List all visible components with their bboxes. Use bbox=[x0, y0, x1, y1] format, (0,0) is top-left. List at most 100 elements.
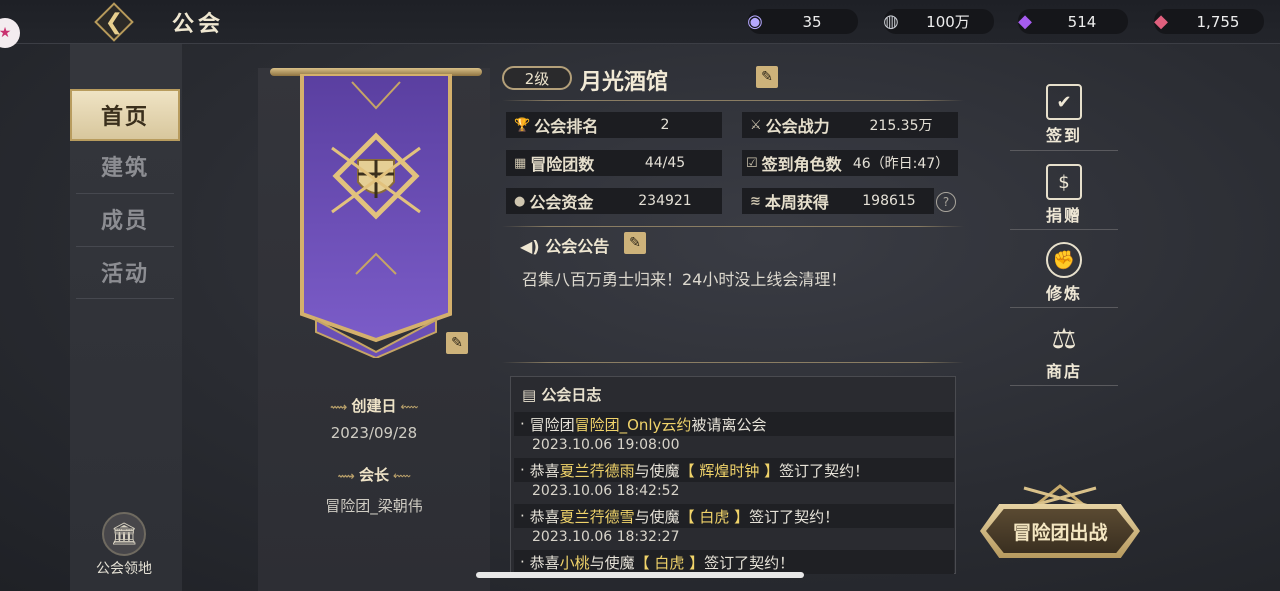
back-button[interactable]: ❮ bbox=[92, 2, 136, 42]
territory-label: 公会领地 bbox=[96, 561, 152, 577]
log-time: 2023.10.06 18:42:52 bbox=[532, 483, 680, 499]
action-divider bbox=[1010, 385, 1118, 386]
speaker-icon: ◀) bbox=[520, 237, 540, 256]
rename-guild-button[interactable]: ✎ bbox=[756, 66, 778, 88]
log-post: 签订了契约！ bbox=[749, 507, 840, 526]
stat-value-funds: 234921 bbox=[608, 188, 722, 214]
stat-value-teams: 44/45 bbox=[608, 150, 722, 176]
help-icon[interactable]: ? bbox=[936, 192, 956, 212]
guild-name: 月光酒馆 bbox=[580, 69, 669, 95]
guild-territory-button[interactable]: 🏛 公会领地 bbox=[88, 512, 160, 578]
log-pre: 恭喜 bbox=[529, 461, 560, 480]
checkin-button[interactable]: ✔ 签到 bbox=[1010, 84, 1118, 154]
stat-value-rank: 2 bbox=[608, 112, 722, 138]
action-label: 签到 bbox=[1045, 126, 1082, 145]
currency-ticket[interactable]: ◉ 35 bbox=[747, 9, 858, 34]
log-highlight: 夏兰荇德雨 bbox=[559, 461, 635, 480]
log-entry: · 恭喜 夏兰荇德雪 与使魔【 白虎 】签订了契约！ bbox=[514, 504, 954, 528]
stat-label-checkins: ☑ 签到角色数 bbox=[742, 150, 846, 176]
guild-level-badge: 2级 bbox=[502, 66, 572, 90]
pencil-icon: ✎ bbox=[761, 69, 773, 85]
log-highlight: 夏兰荇德雪 bbox=[559, 507, 635, 526]
pencil-icon: ✎ bbox=[451, 335, 463, 351]
log-mid: 与使魔 bbox=[634, 507, 680, 526]
notice-text: 召集八百万勇士归来！24小时没上线会清理！ bbox=[522, 270, 847, 289]
ticket-plus-icon: ◉ bbox=[747, 11, 763, 32]
currency-purple-gem[interactable]: ◆ 514 bbox=[1018, 9, 1128, 34]
log-entry: · 恭喜 小桃 与使魔【 白虎 】签订了契约！ bbox=[514, 550, 954, 574]
stat-label-weekly: ≋ 本周获得 bbox=[742, 188, 846, 214]
log-time: 2023.10.06 19:08:00 bbox=[532, 437, 680, 453]
log-highlight: 小桃 bbox=[559, 553, 590, 572]
scales-icon: ⚖ bbox=[1051, 321, 1077, 355]
nav-divider bbox=[76, 298, 174, 299]
log-highlight: 【 白虎 】 bbox=[679, 507, 750, 526]
action-label: 商店 bbox=[1045, 362, 1082, 381]
notice-title-text: 公会公告 bbox=[545, 237, 610, 256]
stat-label-text: 签到角色数 bbox=[761, 155, 842, 174]
ornament-left: ⟿ bbox=[337, 469, 360, 483]
currency-pink-gem[interactable]: ◆ 1,755 bbox=[1154, 9, 1264, 34]
team-battle-button[interactable]: 冒险团出战 bbox=[980, 504, 1140, 558]
log-pre: 冒险团 bbox=[529, 415, 575, 434]
battle-button-label: 冒险团出战 bbox=[1012, 521, 1108, 544]
coin-stack-icon: ≋ bbox=[750, 193, 761, 209]
pink-gem-plus-icon: ◆ bbox=[1154, 11, 1168, 32]
action-divider bbox=[1010, 307, 1118, 308]
created-date-value: 2023/09/28 bbox=[330, 424, 418, 442]
nav-tab-home[interactable]: 首页 bbox=[70, 89, 180, 141]
log-post: 签订了契约！ bbox=[704, 553, 795, 572]
purple-gem-icon: ◆ bbox=[1018, 11, 1032, 32]
action-label: 捐赠 bbox=[1045, 206, 1082, 225]
fist-icon: ✊ bbox=[1046, 242, 1082, 278]
stat-value-weekly: 198615 bbox=[844, 188, 934, 214]
donate-button[interactable]: $ 捐赠 bbox=[1010, 164, 1118, 234]
home-indicator[interactable] bbox=[476, 572, 804, 578]
crossed-swords-icon: ⚔ bbox=[750, 117, 762, 133]
log-mid: 与使魔 bbox=[634, 461, 680, 480]
ornament-left: ⟿ bbox=[330, 400, 352, 414]
nav-tab-activities[interactable]: 活动 bbox=[70, 246, 180, 298]
log-entry: · 冒险团 冒险团_Only云约 被请离公会 bbox=[514, 412, 954, 436]
banner-edit-button[interactable]: ✎ bbox=[446, 332, 468, 354]
log-pre: 恭喜 bbox=[529, 507, 560, 526]
leader-label-text: 会长 bbox=[359, 466, 390, 484]
stat-label-teams: ▦ 冒险团数 bbox=[506, 150, 610, 176]
page-title: 公会 bbox=[172, 11, 225, 37]
currency-value: 100万 bbox=[926, 13, 970, 31]
log-highlight: 冒险团_Only云约 bbox=[574, 415, 692, 434]
stat-label-text: 公会资金 bbox=[529, 193, 594, 212]
log-entry: · 恭喜 夏兰荇德雨 与使魔【 辉煌时钟 】签订了契约！ bbox=[514, 458, 954, 482]
training-button[interactable]: ✊ 修炼 bbox=[1010, 242, 1118, 312]
stat-value-power: 215.35万 bbox=[844, 112, 958, 138]
trophy-icon: 🏆 bbox=[514, 117, 531, 133]
nav-tab-members[interactable]: 成员 bbox=[70, 193, 180, 245]
created-label-text: 创建日 bbox=[351, 397, 397, 415]
log-title-text: 公会日志 bbox=[541, 386, 602, 404]
currency-silver[interactable]: ◍ 100万 bbox=[883, 9, 994, 34]
action-label: 修炼 bbox=[1045, 284, 1082, 303]
pencil-icon: ✎ bbox=[629, 235, 641, 251]
log-highlight: 【 白虎 】 bbox=[634, 553, 705, 572]
action-divider bbox=[1010, 150, 1118, 151]
log-title: ▤ 公会日志 bbox=[522, 384, 601, 405]
currency-value: 514 bbox=[1067, 12, 1097, 31]
header-divider bbox=[502, 100, 964, 101]
guild-banner-emblem bbox=[300, 74, 452, 358]
log-post: 签订了契约！ bbox=[779, 461, 870, 480]
log-mid: 与使魔 bbox=[589, 553, 635, 572]
currency-value: 1,755 bbox=[1196, 12, 1240, 31]
stat-label-rank: 🏆 公会排名 bbox=[506, 112, 610, 138]
stat-label-text: 冒险团数 bbox=[530, 155, 595, 174]
edit-notice-button[interactable]: ✎ bbox=[624, 232, 646, 254]
log-bullet: · bbox=[520, 507, 525, 525]
stats-divider bbox=[502, 226, 964, 227]
stat-label-text: 本周获得 bbox=[764, 193, 829, 212]
donate-icon: $ bbox=[1046, 164, 1082, 200]
nav-tab-buildings[interactable]: 建筑 bbox=[70, 140, 180, 192]
temple-icon: 🏛 bbox=[102, 512, 146, 556]
log-bullet: · bbox=[520, 461, 525, 479]
team-icon: ▦ bbox=[514, 155, 527, 171]
shop-button[interactable]: ⚖ 商店 bbox=[1010, 320, 1118, 390]
money-bag-icon: ● bbox=[514, 193, 526, 209]
